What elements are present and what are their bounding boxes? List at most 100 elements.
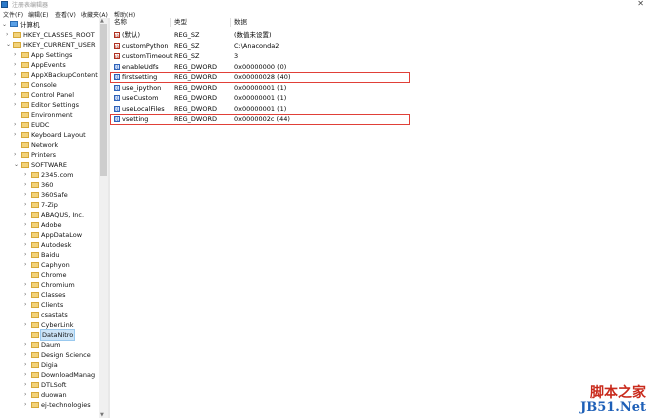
column-header-type[interactable]: 类型 — [174, 18, 187, 27]
tree-item[interactable]: › Design Science — [24, 350, 99, 360]
tree-item[interactable]: › DownloadManag — [24, 370, 99, 380]
tree-item[interactable]: › Keyboard Layout — [14, 130, 99, 140]
chevron-right-icon[interactable]: › — [24, 360, 30, 370]
tree-item[interactable]: › Console — [14, 80, 99, 90]
tree-item[interactable]: › duowan — [24, 390, 99, 400]
chevron-right-icon[interactable]: › — [24, 320, 30, 330]
tree-item[interactable]: › EUDC — [14, 120, 99, 130]
chevron-right-icon[interactable]: › — [24, 300, 30, 310]
scrollbar-thumb[interactable] — [100, 24, 107, 176]
value-row[interactable]: enableUdfs REG_DWORD 0x00000000 (0) — [110, 62, 410, 73]
scroll-down-icon[interactable]: ▼ — [100, 412, 104, 418]
chevron-right-icon[interactable]: › — [24, 220, 30, 230]
chevron-right-icon[interactable]: › — [24, 370, 30, 380]
tree-item[interactable]: › Printers — [14, 150, 99, 160]
chevron-down-icon[interactable]: ⌄ — [6, 40, 12, 50]
tree-item[interactable]: › ej-technologies — [24, 400, 99, 410]
chevron-right-icon[interactable]: › — [24, 210, 30, 220]
chevron-right-icon[interactable]: › — [24, 400, 30, 410]
chevron-right-icon[interactable]: › — [14, 70, 20, 80]
chevron-right-icon[interactable]: › — [24, 390, 30, 400]
tree-item[interactable]: › CyberLink — [24, 320, 99, 330]
column-divider[interactable] — [230, 18, 231, 27]
chevron-right-icon[interactable]: › — [14, 100, 20, 110]
chevron-right-icon[interactable]: › — [6, 30, 12, 40]
tree-item[interactable]: › AppDataLow — [24, 230, 99, 240]
chevron-right-icon[interactable]: › — [24, 340, 30, 350]
folder-icon — [31, 212, 39, 218]
value-data: 0x00000000 (0) — [234, 62, 287, 71]
tree-item[interactable]: › Clients — [24, 300, 99, 310]
chevron-right-icon[interactable]: › — [24, 350, 30, 360]
chevron-right-icon[interactable]: › — [24, 170, 30, 180]
chevron-right-icon[interactable]: › — [14, 80, 20, 90]
chevron-down-icon[interactable]: ⌄ — [2, 20, 8, 30]
tree-item[interactable]: › 2345.com — [24, 170, 99, 180]
tree-item[interactable]: › Control Panel — [14, 90, 99, 100]
tree-item[interactable]: › App Settings — [14, 50, 99, 60]
tree-item[interactable]: › HKEY_CLASSES_ROOT — [6, 30, 99, 40]
chevron-down-icon[interactable]: ⌄ — [14, 160, 20, 170]
column-header-name[interactable]: 名称 — [114, 18, 127, 27]
value-row[interactable]: customTimeoutREG_SZ 3 — [110, 51, 410, 62]
chevron-right-icon[interactable]: › — [14, 90, 20, 100]
chevron-right-icon[interactable]: › — [24, 250, 30, 260]
tree-item[interactable]: › ABAQUS, Inc. — [24, 210, 99, 220]
tree-item[interactable]: › Digia — [24, 360, 99, 370]
tree-root-computer[interactable]: ⌄ 计算机 — [0, 20, 99, 30]
key-tree[interactable]: ⌄ 计算机 › HKEY_CLASSES_ROOT ⌄ HKEY_CURRENT_US… — [0, 18, 99, 418]
tree-item[interactable]: › Autodesk — [24, 240, 99, 250]
value-row[interactable]: vsetting REG_DWORD 0x0000002c (44) — [110, 114, 410, 125]
close-button[interactable]: ✕ — [637, 0, 644, 8]
value-row[interactable]: customPython REG_SZ C:\Anaconda2 — [110, 41, 410, 52]
chevron-right-icon[interactable]: › — [24, 230, 30, 240]
value-data: 0x0000002c (44) — [234, 115, 290, 123]
column-divider[interactable] — [170, 18, 171, 27]
chevron-right-icon[interactable]: › — [24, 200, 30, 210]
folder-icon — [31, 402, 39, 408]
tree-item[interactable]: ⌄ SOFTWARE — [14, 160, 99, 170]
tree-item[interactable]: › Daum — [24, 340, 99, 350]
tree-item[interactable]: › Editor Settings — [14, 100, 99, 110]
tree-item[interactable]: Chrome — [24, 270, 99, 280]
chevron-right-icon[interactable]: › — [14, 50, 20, 60]
value-row[interactable]: (默认) REG_SZ (数值未设置) — [110, 30, 410, 41]
chevron-right-icon[interactable]: › — [14, 60, 20, 70]
tree-item[interactable]: Environment — [14, 110, 99, 120]
chevron-right-icon[interactable]: › — [14, 150, 20, 160]
tree-item[interactable]: › Adobe — [24, 220, 99, 230]
value-row[interactable]: firstsetting REG_DWORD 0x00000028 (40) — [110, 72, 410, 83]
tree-item[interactable]: › AppEvents — [14, 60, 99, 70]
chevron-right-icon[interactable]: › — [14, 120, 20, 130]
folder-icon — [31, 322, 39, 328]
value-row[interactable]: use_ipython REG_DWORD 0x00000001 (1) — [110, 83, 410, 94]
tree-item[interactable]: › 360Safe — [24, 190, 99, 200]
chevron-right-icon[interactable]: › — [24, 240, 30, 250]
chevron-right-icon[interactable]: › — [24, 190, 30, 200]
tree-item[interactable]: › DTLSoft — [24, 380, 99, 390]
chevron-right-icon[interactable]: › — [24, 290, 30, 300]
tree-item[interactable]: › Classes — [24, 290, 99, 300]
chevron-right-icon[interactable]: › — [24, 180, 30, 190]
tree-item[interactable]: › 7-Zip — [24, 200, 99, 210]
tree-item[interactable]: › Baidu — [24, 250, 99, 260]
chevron-right-icon[interactable]: › — [24, 280, 30, 290]
chevron-right-icon[interactable]: › — [24, 380, 30, 390]
chevron-right-icon[interactable]: › — [24, 260, 30, 270]
tree-item[interactable]: Network — [14, 140, 99, 150]
tree-item-label: Printers — [31, 151, 57, 159]
tree-item[interactable]: csastats — [24, 310, 99, 320]
tree-item[interactable]: DataNitro — [24, 329, 99, 341]
values-pane[interactable]: 名称 类型 数据 (默认) REG_SZ (数值未设置) customPython RE… — [110, 18, 650, 418]
chevron-right-icon[interactable]: › — [14, 130, 20, 140]
column-header-data[interactable]: 数据 — [234, 18, 247, 27]
tree-item[interactable]: › Caphyon — [24, 260, 99, 270]
folder-icon — [31, 232, 39, 238]
value-row[interactable]: useCustom REG_DWORD 0x00000001 (1) — [110, 93, 410, 104]
value-row[interactable]: useLocalFiles REG_DWORD 0x00000001 (1) — [110, 104, 410, 115]
tree-item[interactable]: ⌄ HKEY_CURRENT_USER — [6, 40, 99, 50]
tree-item[interactable]: › 360 — [24, 180, 99, 190]
tree-item[interactable]: › Chromium — [24, 280, 99, 290]
tree-scrollbar[interactable]: ▲ ▼ — [99, 18, 108, 418]
tree-item[interactable]: › AppXBackupContent — [14, 70, 99, 80]
